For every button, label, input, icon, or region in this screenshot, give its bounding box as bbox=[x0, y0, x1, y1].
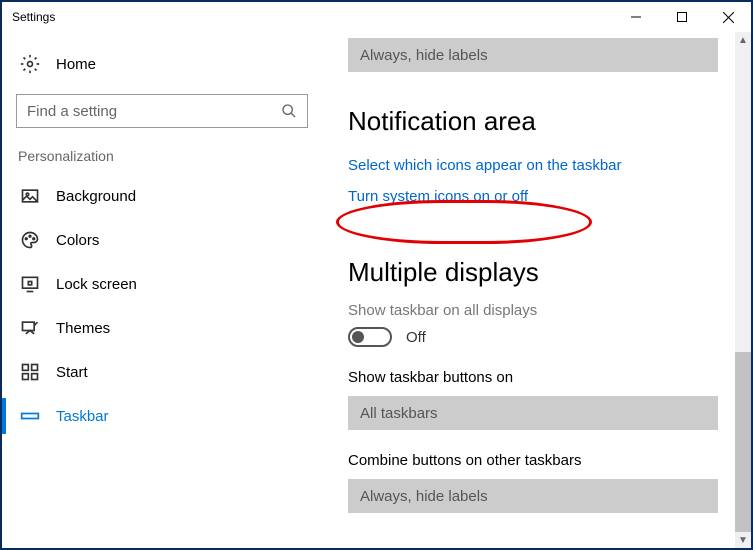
sidebar-item-themes[interactable]: Themes bbox=[2, 306, 322, 350]
minimize-button[interactable] bbox=[613, 2, 659, 32]
search-placeholder: Find a setting bbox=[27, 103, 281, 120]
sidebar-item-label: Lock screen bbox=[56, 276, 137, 293]
maximize-button[interactable] bbox=[659, 2, 705, 32]
sidebar-item-label: Themes bbox=[56, 320, 110, 337]
sidebar-item-label: Taskbar bbox=[56, 408, 109, 425]
themes-icon bbox=[20, 318, 40, 338]
close-button[interactable] bbox=[705, 2, 751, 32]
scroll-up-arrow[interactable]: ▲ bbox=[735, 32, 751, 48]
system-icons-link[interactable]: Turn system icons on or off bbox=[348, 182, 528, 211]
sidebar-item-start[interactable]: Start bbox=[2, 350, 322, 394]
sidebar-item-label: Start bbox=[56, 364, 88, 381]
lock-screen-icon bbox=[20, 274, 40, 294]
search-icon bbox=[281, 103, 297, 119]
palette-icon bbox=[20, 230, 40, 250]
sidebar-item-label: Background bbox=[56, 188, 136, 205]
combine-top-dropdown[interactable]: Always, hide labels bbox=[348, 38, 718, 72]
gear-icon bbox=[20, 54, 40, 74]
toggle-knob bbox=[352, 331, 364, 343]
sidebar-item-colors[interactable]: Colors bbox=[2, 218, 322, 262]
notification-area-heading: Notification area bbox=[348, 106, 737, 137]
dropdown-value: Always, hide labels bbox=[360, 47, 488, 64]
show-on-all-label: Show taskbar on all displays bbox=[348, 302, 737, 319]
combine-buttons-dropdown[interactable]: Always, hide labels bbox=[348, 479, 718, 513]
dropdown-value: All taskbars bbox=[360, 405, 438, 422]
home-label: Home bbox=[56, 56, 96, 73]
sidebar: Home Find a setting Personalization Back… bbox=[2, 32, 322, 548]
sidebar-item-taskbar[interactable]: Taskbar bbox=[2, 394, 322, 438]
titlebar: Settings bbox=[2, 2, 751, 32]
vertical-scrollbar[interactable]: ▲ ▼ bbox=[735, 32, 751, 548]
sidebar-item-background[interactable]: Background bbox=[2, 174, 322, 218]
dropdown-value: Always, hide labels bbox=[360, 488, 488, 505]
combine-buttons-label: Combine buttons on other taskbars bbox=[348, 452, 737, 469]
toggle-state-label: Off bbox=[406, 329, 426, 346]
scroll-thumb[interactable] bbox=[735, 352, 751, 532]
home-nav[interactable]: Home bbox=[2, 44, 322, 84]
taskbar-icon bbox=[20, 406, 40, 426]
picture-icon bbox=[20, 186, 40, 206]
scroll-down-arrow[interactable]: ▼ bbox=[735, 532, 751, 548]
show-buttons-label: Show taskbar buttons on bbox=[348, 369, 737, 386]
sidebar-item-lock-screen[interactable]: Lock screen bbox=[2, 262, 322, 306]
show-buttons-dropdown[interactable]: All taskbars bbox=[348, 396, 718, 430]
start-icon bbox=[20, 362, 40, 382]
window-title: Settings bbox=[12, 10, 55, 24]
section-header: Personalization bbox=[2, 142, 322, 174]
main-panel: Always, hide labels Notification area Se… bbox=[322, 32, 751, 548]
show-on-all-toggle[interactable] bbox=[348, 327, 392, 347]
search-input[interactable]: Find a setting bbox=[16, 94, 308, 128]
multiple-displays-heading: Multiple displays bbox=[348, 257, 737, 288]
select-icons-link[interactable]: Select which icons appear on the taskbar bbox=[348, 151, 737, 180]
sidebar-item-label: Colors bbox=[56, 232, 99, 249]
